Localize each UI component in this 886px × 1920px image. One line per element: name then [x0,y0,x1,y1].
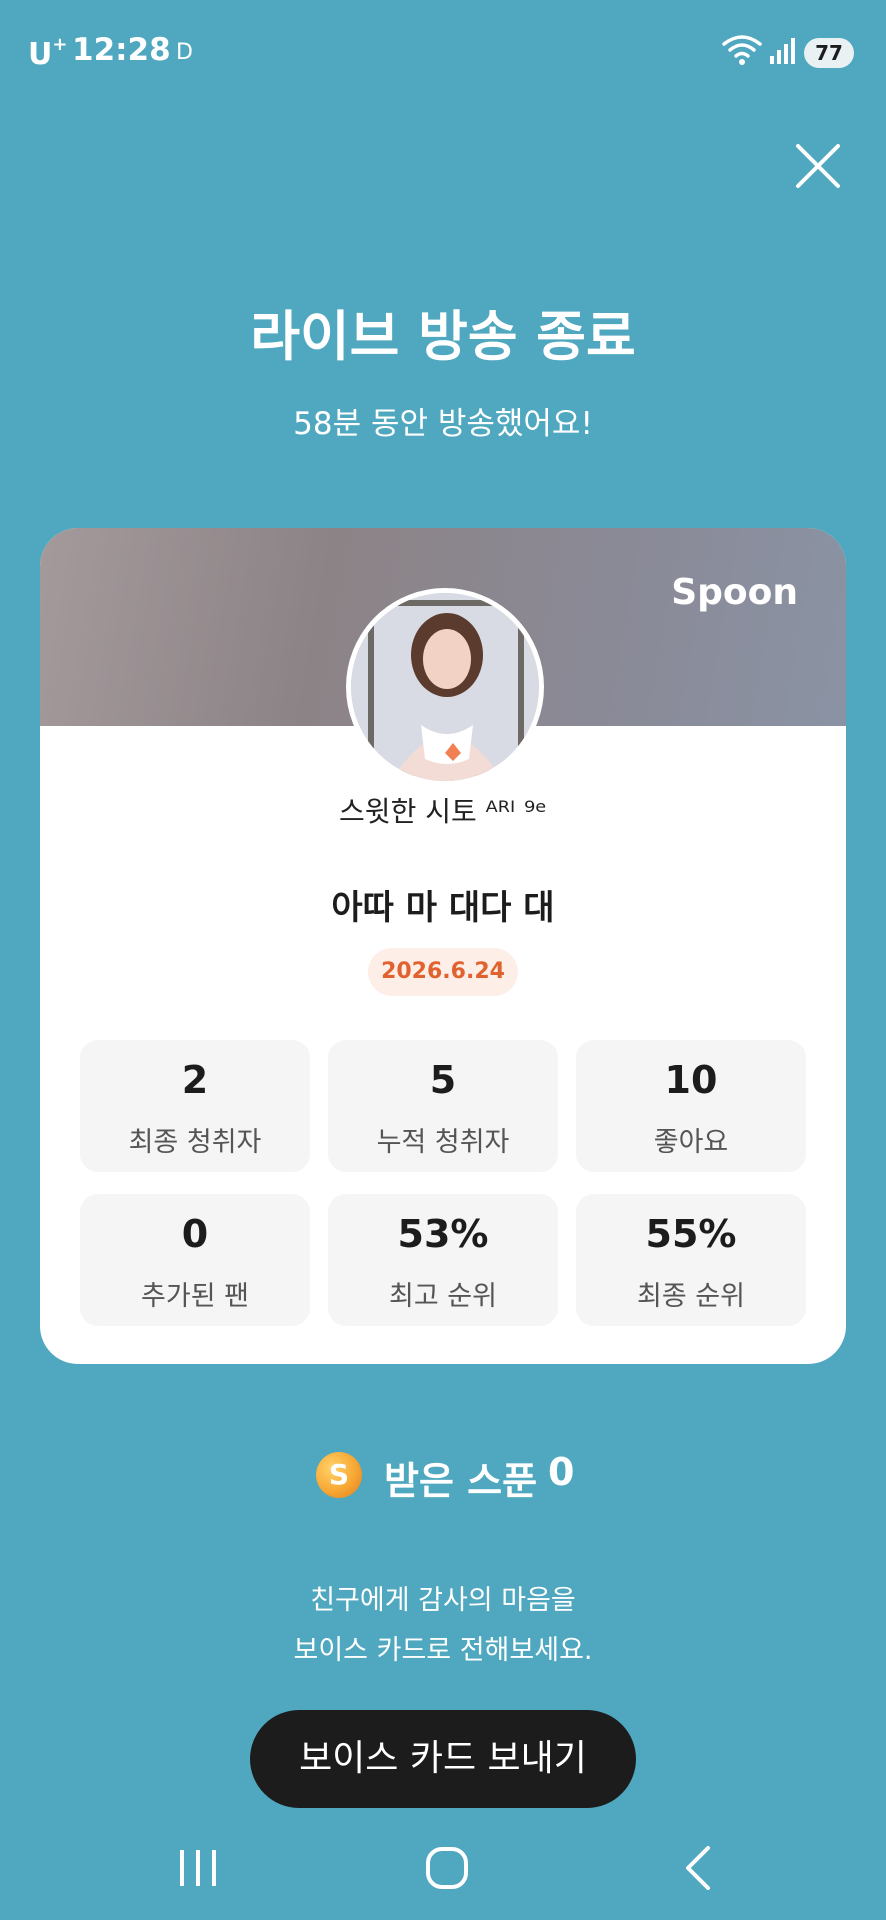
stat-label: 추가된 팬 [141,1281,249,1312]
broadcast-duration: 58분 동안 방송했어요! [293,406,593,442]
spoon-coin-icon: S [316,1452,362,1498]
carrier-label: U+ [28,34,68,72]
stat-value: 5 [429,1058,457,1102]
broadcast-summary-card: Spoon 스윗한 시토 ᴬᴿᴵ ⁹ᵉ 아따 마 대다 대 2026.6.24 … [40,528,846,1364]
stat-value: 55% [645,1212,737,1256]
clock: 12:28 [72,32,171,68]
back-icon[interactable] [676,1842,722,1894]
recents-icon[interactable] [176,1842,222,1894]
stat-final-rank: 55% 최종 순위 [576,1194,806,1326]
avatar-photo [351,593,539,781]
thanks-message-line-2: 보이스 카드로 전해보세요. [293,1635,593,1666]
thanks-message-line-1: 친구에게 감사의 마음을 [310,1585,576,1616]
received-spoons-label: 받은 스푼 [384,1459,538,1503]
live-title: 아따 마 대다 대 [331,888,555,928]
stat-total-listeners: 5 누적 청취자 [328,1040,558,1172]
wifi-icon [722,35,762,65]
stat-label: 좋아요 [653,1127,729,1158]
stat-label: 최종 순위 [637,1281,745,1312]
system-nav-bar [0,1830,886,1920]
stat-label: 최고 순위 [389,1281,497,1312]
received-spoons-count: 0 [548,1450,575,1494]
battery-icon: 77 [804,38,854,68]
status-bar: U+ 12:28 D 77 [0,0,886,104]
home-icon[interactable] [424,1842,470,1894]
signal-icon [770,38,795,64]
stat-likes: 10 좋아요 [576,1040,806,1172]
send-voice-card-button[interactable]: 보이스 카드 보내기 [250,1710,636,1808]
page-title: 라이브 방송 종료 [250,305,636,368]
stat-value: 10 [664,1058,718,1102]
stat-label: 최종 청취자 [128,1127,262,1158]
spoon-logo: Spoon [671,572,798,613]
stat-best-rank: 53% 최고 순위 [328,1194,558,1326]
stat-label: 누적 청취자 [376,1127,510,1158]
avatar [346,588,544,786]
stat-new-fans: 0 추가된 팬 [80,1194,310,1326]
close-icon[interactable] [790,138,846,194]
status-indicator: D [176,40,193,65]
date-badge: 2026.6.24 [368,948,518,996]
stat-value: 0 [181,1212,209,1256]
stat-value: 53% [397,1212,489,1256]
stat-value: 2 [181,1058,209,1102]
host-name: 스윗한 시토 ᴬᴿᴵ ⁹ᵉ [339,795,547,828]
stat-final-listeners: 2 최종 청취자 [80,1040,310,1172]
